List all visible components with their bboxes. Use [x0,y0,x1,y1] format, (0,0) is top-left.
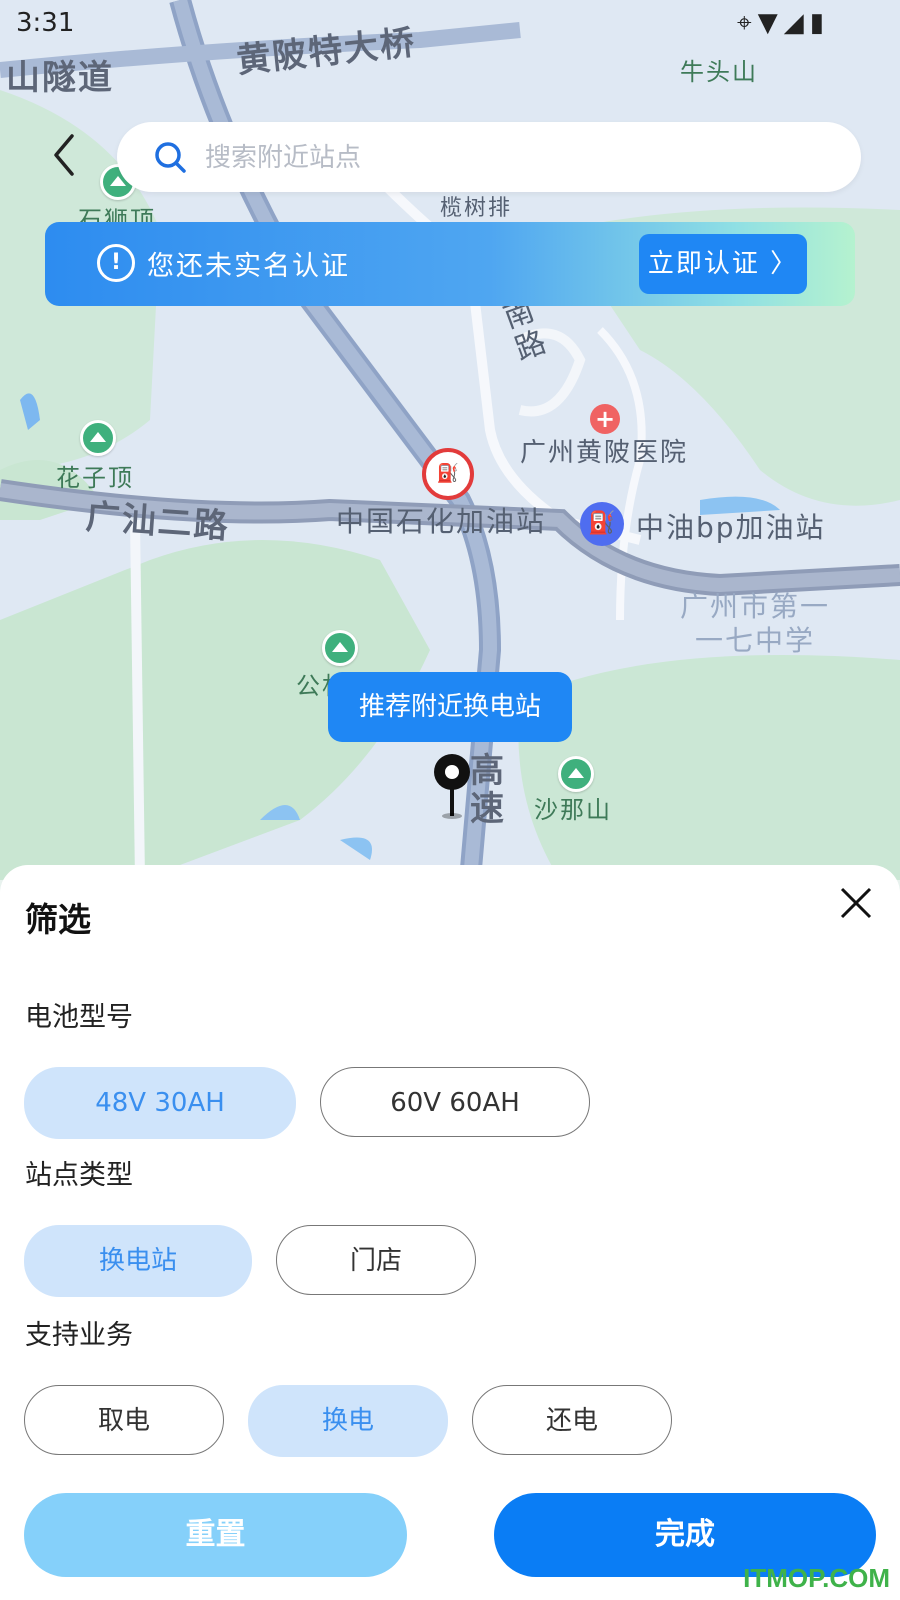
wifi-icon: ▼ [757,8,784,38]
business-option-pickup[interactable]: 取电 [24,1385,224,1455]
station-option-swap[interactable]: 换电站 [24,1225,252,1297]
search-box[interactable] [117,122,861,194]
watermark-logo: ITMOP.COM [743,1563,890,1593]
sheet-title: 筛选 [25,900,91,939]
map-label-sinopec: 中国石化加油站 [336,505,547,538]
business-option-return[interactable]: 还电 [472,1385,672,1455]
mountain-icon [322,630,358,666]
status-time: 3:31 [16,8,75,38]
location-status-icon: ⌖ [737,8,758,38]
search-input[interactable] [203,122,807,194]
sinopec-marker-icon[interactable]: ⛽ [422,448,474,500]
search-icon [155,142,186,173]
map-label-huazi: 花子顶 [56,464,134,492]
signal-icon: ◢ [783,8,810,38]
reset-button[interactable]: 重置 [24,1493,407,1577]
gas-station-marker-icon[interactable]: ⛽ [580,502,624,546]
station-option-store[interactable]: 门店 [276,1225,476,1295]
map-label-village: 榄树排 [440,196,513,221]
status-icons: ⌖▼◢▮ [737,8,830,39]
business-option-swap[interactable]: 换电 [248,1385,448,1457]
map-label-bp: 中油bp加油站 [636,511,826,544]
auth-banner: ! 您还未实名认证 立即认证 〉 [45,222,855,306]
recommend-nearby-button[interactable]: 推荐附近换电站 [328,672,572,742]
business-section-title: 支持业务 [25,1320,133,1351]
battery-option-60v[interactable]: 60V 60AH [320,1067,590,1137]
mountain-icon [80,420,116,456]
back-button[interactable] [44,130,84,180]
map-label-shana: 沙那山 [534,796,612,824]
alert-circle-icon: ! [97,244,135,282]
verify-now-button[interactable]: 立即认证 〉 [639,234,807,294]
map-label-road-guangshan: 广汕二路 [84,497,231,547]
map-label-tunnel: 山隧道 [6,58,114,98]
filter-sheet: 筛选 电池型号 48V 30AH 60V 60AH 站点类型 换电站 门店 支持… [0,865,900,1600]
close-icon[interactable] [836,883,876,923]
hospital-icon: + [590,404,620,434]
map-label-hospital: 广州黄陂医院 [520,438,689,468]
station-section-title: 站点类型 [25,1160,133,1191]
battery-section-title: 电池型号 [25,1002,133,1033]
mountain-icon [558,756,594,792]
map-label-school: 广州市第一一七中学 [679,590,830,657]
location-pin-icon [434,754,470,819]
battery-option-48v[interactable]: 48V 30AH [24,1067,296,1139]
map-label-highway: 高速 [470,751,506,829]
battery-icon: ▮ [809,8,830,38]
map-label-niutou: 牛头山 [680,58,758,86]
auth-banner-text: 您还未实名认证 [147,251,350,282]
